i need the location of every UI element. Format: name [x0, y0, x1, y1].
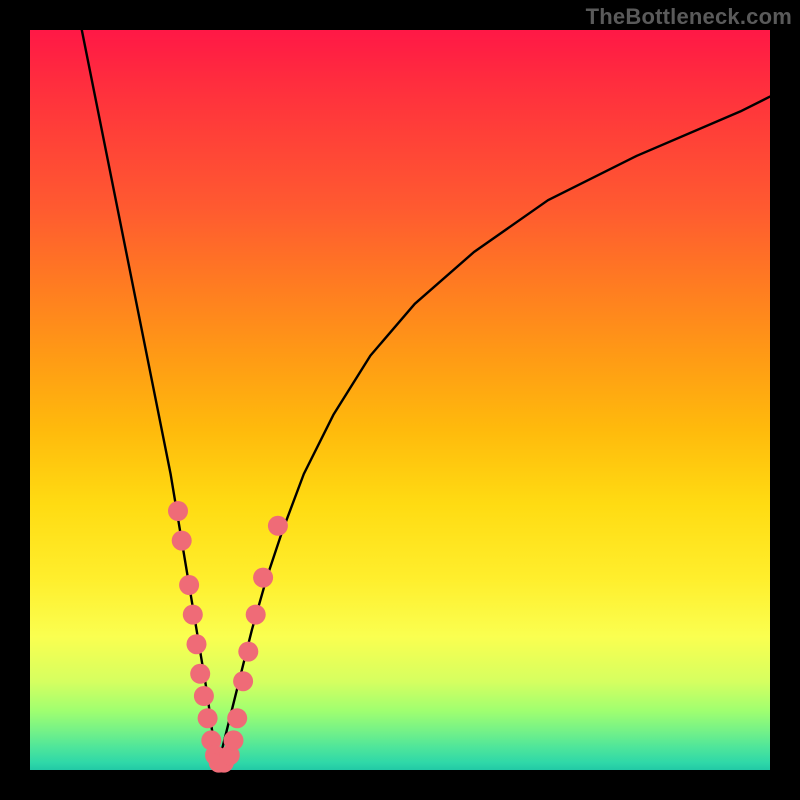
highlight-dot [194, 686, 214, 706]
highlight-dot [183, 605, 203, 625]
highlight-dot [246, 605, 266, 625]
highlight-dot [227, 708, 247, 728]
bottleneck-curve [82, 30, 770, 763]
highlight-dot [198, 708, 218, 728]
highlight-dot [268, 516, 288, 536]
highlight-dot [238, 642, 258, 662]
highlight-dot [253, 568, 273, 588]
watermark-text: TheBottleneck.com [586, 4, 792, 30]
highlight-dot [233, 671, 253, 691]
highlight-dot [187, 634, 207, 654]
highlight-dot [168, 501, 188, 521]
highlight-dot [172, 531, 192, 551]
highlight-dots [168, 501, 288, 773]
chart-overlay [30, 30, 770, 770]
curve-right-branch [219, 97, 770, 763]
chart-frame: TheBottleneck.com [0, 0, 800, 800]
highlight-dot [224, 730, 244, 750]
highlight-dot [190, 664, 210, 684]
highlight-dot [179, 575, 199, 595]
